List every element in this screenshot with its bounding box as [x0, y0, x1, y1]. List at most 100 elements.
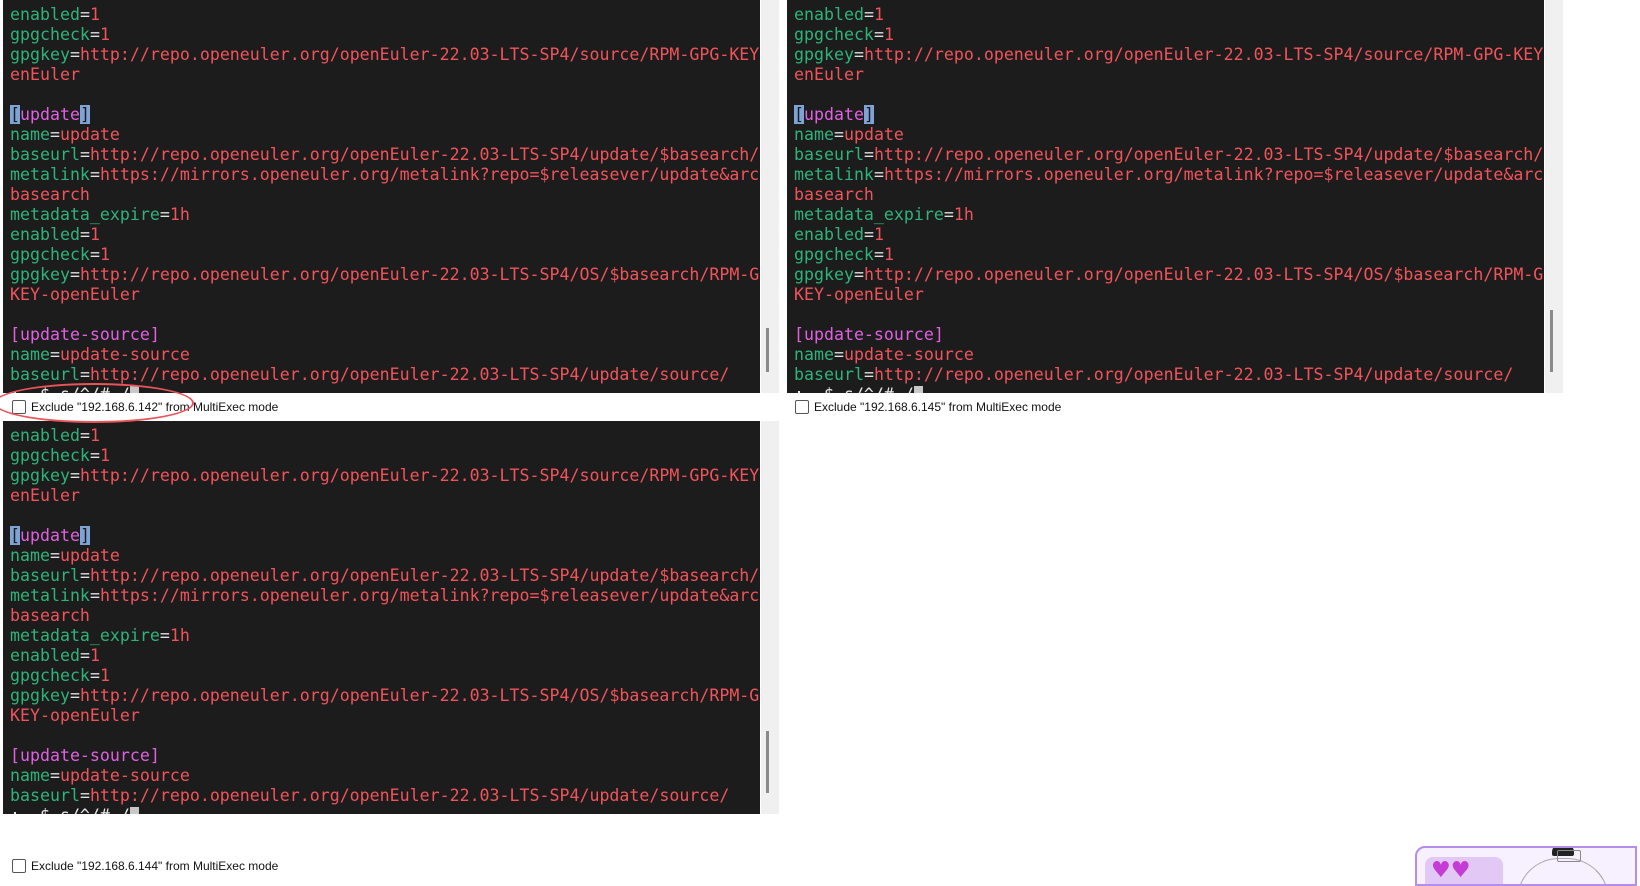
terminal-text: [ [10, 105, 20, 124]
terminal-text: enEuler [10, 65, 80, 84]
terminal-text: http://repo.openeuler.org/openEuler-22.0… [89, 566, 760, 585]
terminal-text: = [79, 5, 90, 24]
terminal-text: = [79, 566, 90, 585]
text-cursor [913, 386, 923, 393]
terminal-text: name [10, 546, 50, 565]
scrollbar-pane-3[interactable] [761, 421, 779, 814]
terminal-text: = [89, 446, 100, 465]
terminal-text: name [794, 345, 834, 364]
terminal-text: http://repo.openeuler.org/openEuler-22.0… [863, 265, 1544, 284]
terminal-line: gpgkey=http://repo.openeuler.org/openEul… [10, 45, 760, 65]
terminal-pane-1[interactable]: enabled=1 gpgcheck=1 gpgkey=http://repo.op… [3, 0, 760, 393]
terminal-text: = [49, 546, 60, 565]
terminal-text: 1 [883, 245, 894, 264]
terminal-text: name [794, 125, 834, 144]
terminal-line: baseurl=http://repo.openeuler.org/openEu… [10, 566, 760, 586]
terminal-text: gpgcheck [10, 446, 90, 465]
terminal-text: = [89, 165, 100, 184]
scrollbar-pane-2[interactable] [1545, 0, 1563, 393]
exclude-checkbox-2[interactable] [795, 400, 809, 414]
terminal-line: enabled=1 [794, 5, 1544, 25]
terminal-text: http://repo.openeuler.org/openEuler-22.0… [89, 365, 730, 384]
exclude-label-3: Exclude "192.168.6.144" from MultiExec m… [31, 859, 279, 873]
terminal-line: KEY-openEuler [794, 285, 1544, 305]
terminal-pane-2[interactable]: enabled=1 gpgcheck=1 gpgkey=http://repo.op… [787, 0, 1544, 393]
terminal-text: name [10, 766, 50, 785]
terminal-text: enabled [794, 225, 864, 244]
terminal-text: gpgkey [10, 45, 70, 64]
terminal-line: [update-source] [10, 325, 760, 345]
terminal-text: = [853, 45, 864, 64]
terminal-text: baseurl [10, 566, 80, 585]
terminal-line: [update-source] [794, 325, 1544, 345]
terminal-text: enabled [10, 426, 80, 445]
terminal-text: basearch [794, 185, 874, 204]
terminal-text: 1 [99, 245, 110, 264]
terminal-text: enabled [10, 225, 80, 244]
terminal-text: 1 [873, 5, 884, 24]
terminal-text: 1 [89, 225, 100, 244]
terminal-line: [update] [794, 105, 1544, 125]
terminal-line: basearch [10, 185, 760, 205]
terminal-text: name [10, 345, 50, 364]
terminal-line: basearch [10, 606, 760, 626]
scrollbar-pane-1[interactable] [761, 0, 779, 393]
terminal-output: enabled=1 gpgcheck=1 gpgkey=http://repo.op… [10, 426, 760, 814]
battery-icon [1557, 850, 1581, 862]
terminal-line: baseurl=http://repo.openeuler.org/openEu… [10, 145, 760, 165]
terminal-line: gpgkey=http://repo.openeuler.org/openEul… [10, 265, 760, 285]
vim-command-line[interactable]: :.,$ s/^/# / [794, 385, 1544, 393]
terminal-text: baseurl [794, 145, 864, 164]
terminal-text: [update-source] [794, 325, 944, 344]
terminal-text: http://repo.openeuler.org/openEuler-22.0… [79, 45, 760, 64]
terminal-text: = [833, 345, 844, 364]
terminal-line: baseurl=http://repo.openeuler.org/openEu… [794, 365, 1544, 385]
terminal-text: gpgcheck [10, 25, 90, 44]
terminal-text: metadata_expire [10, 626, 160, 645]
terminal-text: update [20, 105, 80, 124]
terminal-text: gpgkey [10, 466, 70, 485]
terminal-output: enabled=1 gpgcheck=1 gpgkey=http://repo.op… [794, 5, 1544, 393]
terminal-line: gpgcheck=1 [10, 666, 760, 686]
terminal-text: http://repo.openeuler.org/openEuler-22.0… [863, 45, 1544, 64]
terminal-text: = [79, 225, 90, 244]
scrollbar-thumb[interactable] [766, 328, 769, 372]
terminal-text: http://repo.openeuler.org/openEuler-22.0… [79, 265, 760, 284]
terminal-text: = [49, 345, 60, 364]
terminal-text: ] [863, 105, 874, 124]
terminal-line: name=update-source [794, 345, 1544, 365]
terminal-line: enabled=1 [10, 225, 760, 245]
terminal-line: baseurl=http://repo.openeuler.org/openEu… [10, 786, 760, 806]
terminal-line: metalink=https://mirrors.openeuler.org/m… [10, 165, 760, 185]
terminal-text: = [89, 586, 100, 605]
terminal-text: update-source [59, 345, 190, 364]
terminal-text: = [863, 365, 874, 384]
red-oval-annotation [0, 383, 194, 423]
terminal-line: [update] [10, 526, 760, 546]
terminal-text: 1h [169, 205, 190, 224]
multiexec-exclude-row-2: Exclude "192.168.6.145" from MultiExec m… [795, 394, 1061, 420]
terminal-text: [update-source] [10, 325, 160, 344]
terminal-line: name=update [10, 546, 760, 566]
terminal-text: ] [79, 105, 90, 124]
scrollbar-thumb[interactable] [766, 731, 769, 793]
terminal-text: = [159, 626, 170, 645]
terminal-text: gpgkey [794, 45, 854, 64]
terminal-text: = [69, 45, 80, 64]
terminal-text: update [843, 125, 904, 144]
terminal-pane-3[interactable]: enabled=1 gpgcheck=1 gpgkey=http://repo.op… [3, 421, 760, 814]
vim-command-line[interactable]: :.,$ s/^/# / [10, 806, 760, 814]
terminal-line: gpgkey=http://repo.openeuler.org/openEul… [794, 265, 1544, 285]
exclude-checkbox-3[interactable] [12, 859, 26, 873]
floating-assistant-widget[interactable]: ♥♥ [1415, 846, 1637, 886]
terminal-text: enabled [794, 5, 864, 24]
terminal-text: 1 [883, 25, 894, 44]
terminal-text: baseurl [794, 365, 864, 384]
terminal-line: gpgcheck=1 [10, 245, 760, 265]
scrollbar-thumb[interactable] [1550, 310, 1553, 372]
terminal-text: = [49, 125, 60, 144]
terminal-text: enEuler [10, 486, 80, 505]
terminal-text: http://repo.openeuler.org/openEuler-22.0… [89, 145, 760, 164]
terminal-line: enEuler [10, 486, 760, 506]
